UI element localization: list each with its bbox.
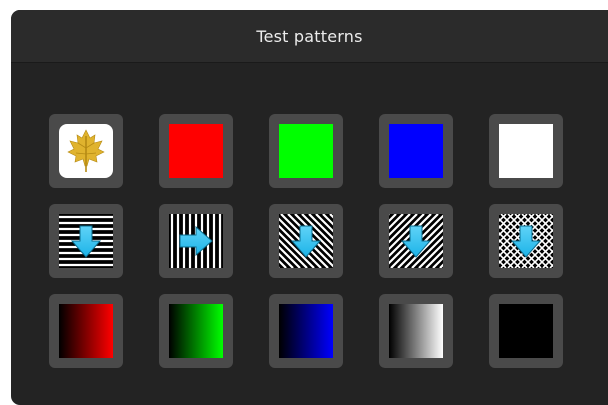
solid-red-tile[interactable] xyxy=(159,114,233,188)
diagonal-lines-right-tile[interactable] xyxy=(379,204,453,278)
window-title: Test patterns xyxy=(256,26,363,46)
red-gradient-tile[interactable] xyxy=(49,294,123,368)
pattern-grid xyxy=(49,114,563,368)
horizontal-lines-tile[interactable] xyxy=(49,204,123,278)
pattern-swatch xyxy=(279,304,333,358)
crosshatch-tile[interactable] xyxy=(489,204,563,278)
pattern-swatch xyxy=(169,124,223,178)
pattern-swatch xyxy=(169,304,223,358)
pattern-swatch xyxy=(59,124,113,178)
pattern-swatch xyxy=(279,214,333,268)
pattern-swatch xyxy=(499,304,553,358)
gray-gradient-tile[interactable] xyxy=(379,294,453,368)
pattern-swatch xyxy=(499,124,553,178)
test-patterns-window: Test patterns xyxy=(11,10,608,405)
pattern-swatch xyxy=(59,304,113,358)
solid-blue-tile[interactable] xyxy=(379,114,453,188)
pattern-swatch xyxy=(59,214,113,268)
vertical-lines-tile[interactable] xyxy=(159,204,233,278)
pattern-swatch xyxy=(279,124,333,178)
pattern-swatch xyxy=(389,124,443,178)
pattern-swatch xyxy=(389,214,443,268)
solid-white-tile[interactable] xyxy=(489,114,563,188)
logo-tile[interactable] xyxy=(49,114,123,188)
green-gradient-tile[interactable] xyxy=(159,294,233,368)
pattern-swatch xyxy=(389,304,443,358)
solid-green-tile[interactable] xyxy=(269,114,343,188)
solid-black-tile[interactable] xyxy=(489,294,563,368)
pattern-swatch xyxy=(499,214,553,268)
diagonal-lines-left-tile[interactable] xyxy=(269,204,343,278)
pattern-swatch xyxy=(169,214,223,268)
blue-gradient-tile[interactable] xyxy=(269,294,343,368)
title-bar[interactable]: Test patterns xyxy=(11,10,608,63)
